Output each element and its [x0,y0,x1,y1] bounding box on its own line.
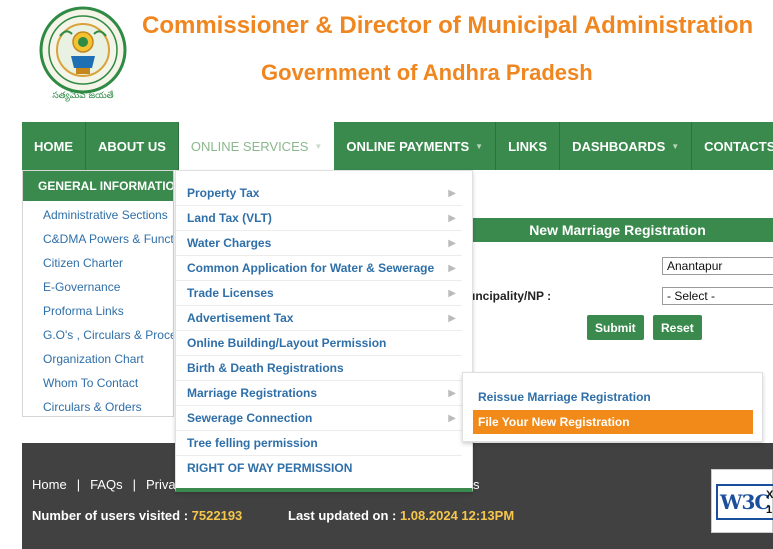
chevron-down-icon: ▼ [475,141,484,151]
menu-item-land-tax[interactable]: Land Tax (VLT) ▶ [176,206,462,231]
page-subtitle: Government of Andhra Pradesh [261,60,593,85]
nav-links[interactable]: LINKS [496,122,561,170]
menu-item-building-permission[interactable]: Online Building/Layout Permission [176,331,462,356]
nav-contacts-label: CONTACTS [704,138,773,154]
nav-about-us-label: ABOUT US [98,138,166,154]
visitor-counter-label: Number of users visited : [32,508,189,523]
sidebar-item-citizen-charter[interactable]: Citizen Charter [23,251,173,275]
menu-item-label: Common Application for Water & Sewerage [187,261,435,275]
menu-item-label: Property Tax [187,186,260,200]
sidebar-item-proforma-links[interactable]: Proforma Links [23,299,173,323]
menu-item-advertisement-tax[interactable]: Advertisement Tax ▶ [176,306,462,331]
menu-item-label: Marriage Registrations [187,386,318,400]
nav-online-payments[interactable]: ONLINE PAYMENTS ▼ [334,122,497,170]
sidebar-item-administrative-sections[interactable]: Administrative Sections [23,203,173,227]
nav-contacts[interactable]: CONTACTS▼ [692,122,773,170]
chevron-right-icon: ▶ [448,213,456,224]
w3c-logo-text: W3C [720,490,770,514]
chevron-down-icon: ▼ [671,141,680,151]
visitor-counter-value: 7522193 [191,508,243,523]
chevron-right-icon: ▶ [448,313,456,324]
last-updated-value: 1.08.2024 12:13PM [399,508,515,523]
w3c-badge[interactable]: W3C X1 [711,469,773,533]
chevron-right-icon: ▶ [448,263,456,274]
menu-item-label: Advertisement Tax [187,311,294,325]
menu-item-label: Trade Licenses [187,286,274,300]
menu-item-trade-licenses[interactable]: Trade Licenses ▶ [176,281,462,306]
marriage-submenu: Reissue Marriage Registration File Your … [462,372,763,442]
page-title: Commissioner & Director of Municipal Adm… [142,12,754,39]
menu-item-label: Land Tax (VLT) [187,211,272,225]
menu-item-label: Sewerage Connection [187,411,313,425]
menu-item-tree-felling[interactable]: Tree felling permission [176,431,462,456]
nav-links-label: LINKS [508,138,548,154]
menu-item-right-of-way[interactable]: RIGHT OF WAY PERMISSION [176,456,462,481]
online-services-dropdown: Property Tax ▶ Land Tax (VLT) ▶ Water Char… [175,170,473,492]
sidebar-list: Administrative Sections C&DMA Powers & F… [23,201,173,416]
menu-item-birth-death[interactable]: Birth & Death Registrations [176,356,462,381]
footer-separator: | [132,477,136,492]
last-updated: Last updated on : 1.08.2024 12:13PM [288,508,514,523]
submenu-item-reissue[interactable]: Reissue Marriage Registration [473,385,753,409]
sidebar: GENERAL INFORMATION Administrative Secti… [22,170,174,417]
nav-online-services[interactable]: ONLINE SERVICES ▼ [178,122,335,170]
footer-links: Home | FAQs | Priva [32,477,176,492]
sidebar-item-circulars-orders[interactable]: Circulars & Orders [23,395,173,416]
sidebar-item-gos-circulars[interactable]: G.O's , Circulars & Proceedings [23,323,173,347]
main-nav: HOME ABOUT US ONLINE SERVICES ▼ ONLINE PA… [22,122,773,170]
w3c-side-text: X1 [766,488,773,518]
nav-online-services-label: ONLINE SERVICES [190,138,309,154]
district-select[interactable]: Anantapur [662,257,773,275]
municipality-label: uncipality/NP : [468,289,552,303]
sidebar-heading: GENERAL INFORMATION [23,171,173,201]
footer-separator: | [76,477,81,492]
emblem-motto: సత్యమేవ జయతే [52,90,113,102]
sidebar-item-organization-chart[interactable]: Organization Chart [23,347,173,371]
chevron-down-icon: ▼ [314,141,323,151]
chevron-right-icon: ▶ [448,413,456,424]
w3c-side-text-2: 1 [766,504,773,516]
chevron-right-icon: ▶ [448,388,456,399]
visitor-counter: Number of users visited : 7522193 [32,508,242,523]
municipality-select[interactable]: - Select - [662,287,773,305]
footer-link-tail[interactable]: s [473,477,480,492]
submit-button[interactable]: Submit [587,315,644,340]
footer-link-faqs[interactable]: FAQs [90,477,123,492]
footer-link-privacy[interactable]: Priva [146,477,176,492]
menu-item-label: Tree felling permission [187,436,318,450]
nav-online-payments-label: ONLINE PAYMENTS [346,138,470,154]
footer-link-home[interactable]: Home [32,477,67,492]
sidebar-item-cdma-powers[interactable]: C&DMA Powers & Functions [23,227,173,251]
nav-dashboards-label: DASHBOARDS [572,138,666,154]
menu-item-water-charges[interactable]: Water Charges ▶ [176,231,462,256]
dropdown-list: Property Tax ▶ Land Tax (VLT) ▶ Water Char… [176,171,472,481]
ap-emblem-icon: సత్యమేవ జయతే [39,6,127,102]
chevron-right-icon: ▶ [448,288,456,299]
last-updated-label: Last updated on : [288,508,397,523]
chevron-right-icon: ▶ [448,238,456,249]
menu-item-label: Water Charges [187,236,272,250]
nav-about-us[interactable]: ABOUT US [86,122,179,170]
sidebar-item-e-governance[interactable]: E-Governance [23,275,173,299]
menu-item-label: Online Building/Layout Permission [187,336,387,350]
nav-home[interactable]: HOME [22,122,86,170]
submenu-item-file-new[interactable]: File Your New Registration [473,410,753,434]
reset-button[interactable]: Reset [653,315,702,340]
menu-item-sewerage-connection[interactable]: Sewerage Connection ▶ [176,406,462,431]
nav-dashboards[interactable]: DASHBOARDS ▼ [560,122,693,170]
menu-item-label: RIGHT OF WAY PERMISSION [187,461,353,475]
form-heading: New Marriage Registration [462,218,773,242]
menu-item-common-application[interactable]: Common Application for Water & Sewerage ▶ [176,256,462,281]
menu-item-label: Birth & Death Registrations [187,361,344,375]
menu-item-marriage-registrations[interactable]: Marriage Registrations ▶ [176,381,462,406]
sidebar-item-whom-to-contact[interactable]: Whom To Contact [23,371,173,395]
nav-home-label: HOME [34,138,73,154]
menu-item-property-tax[interactable]: Property Tax ▶ [176,181,462,206]
chevron-right-icon: ▶ [448,188,456,199]
w3c-side-text-1: X [766,489,773,501]
page: సత్యమేవ జయతే Commissioner & Director of … [0,0,773,549]
w3c-logo-icon: W3C X1 [716,484,773,520]
